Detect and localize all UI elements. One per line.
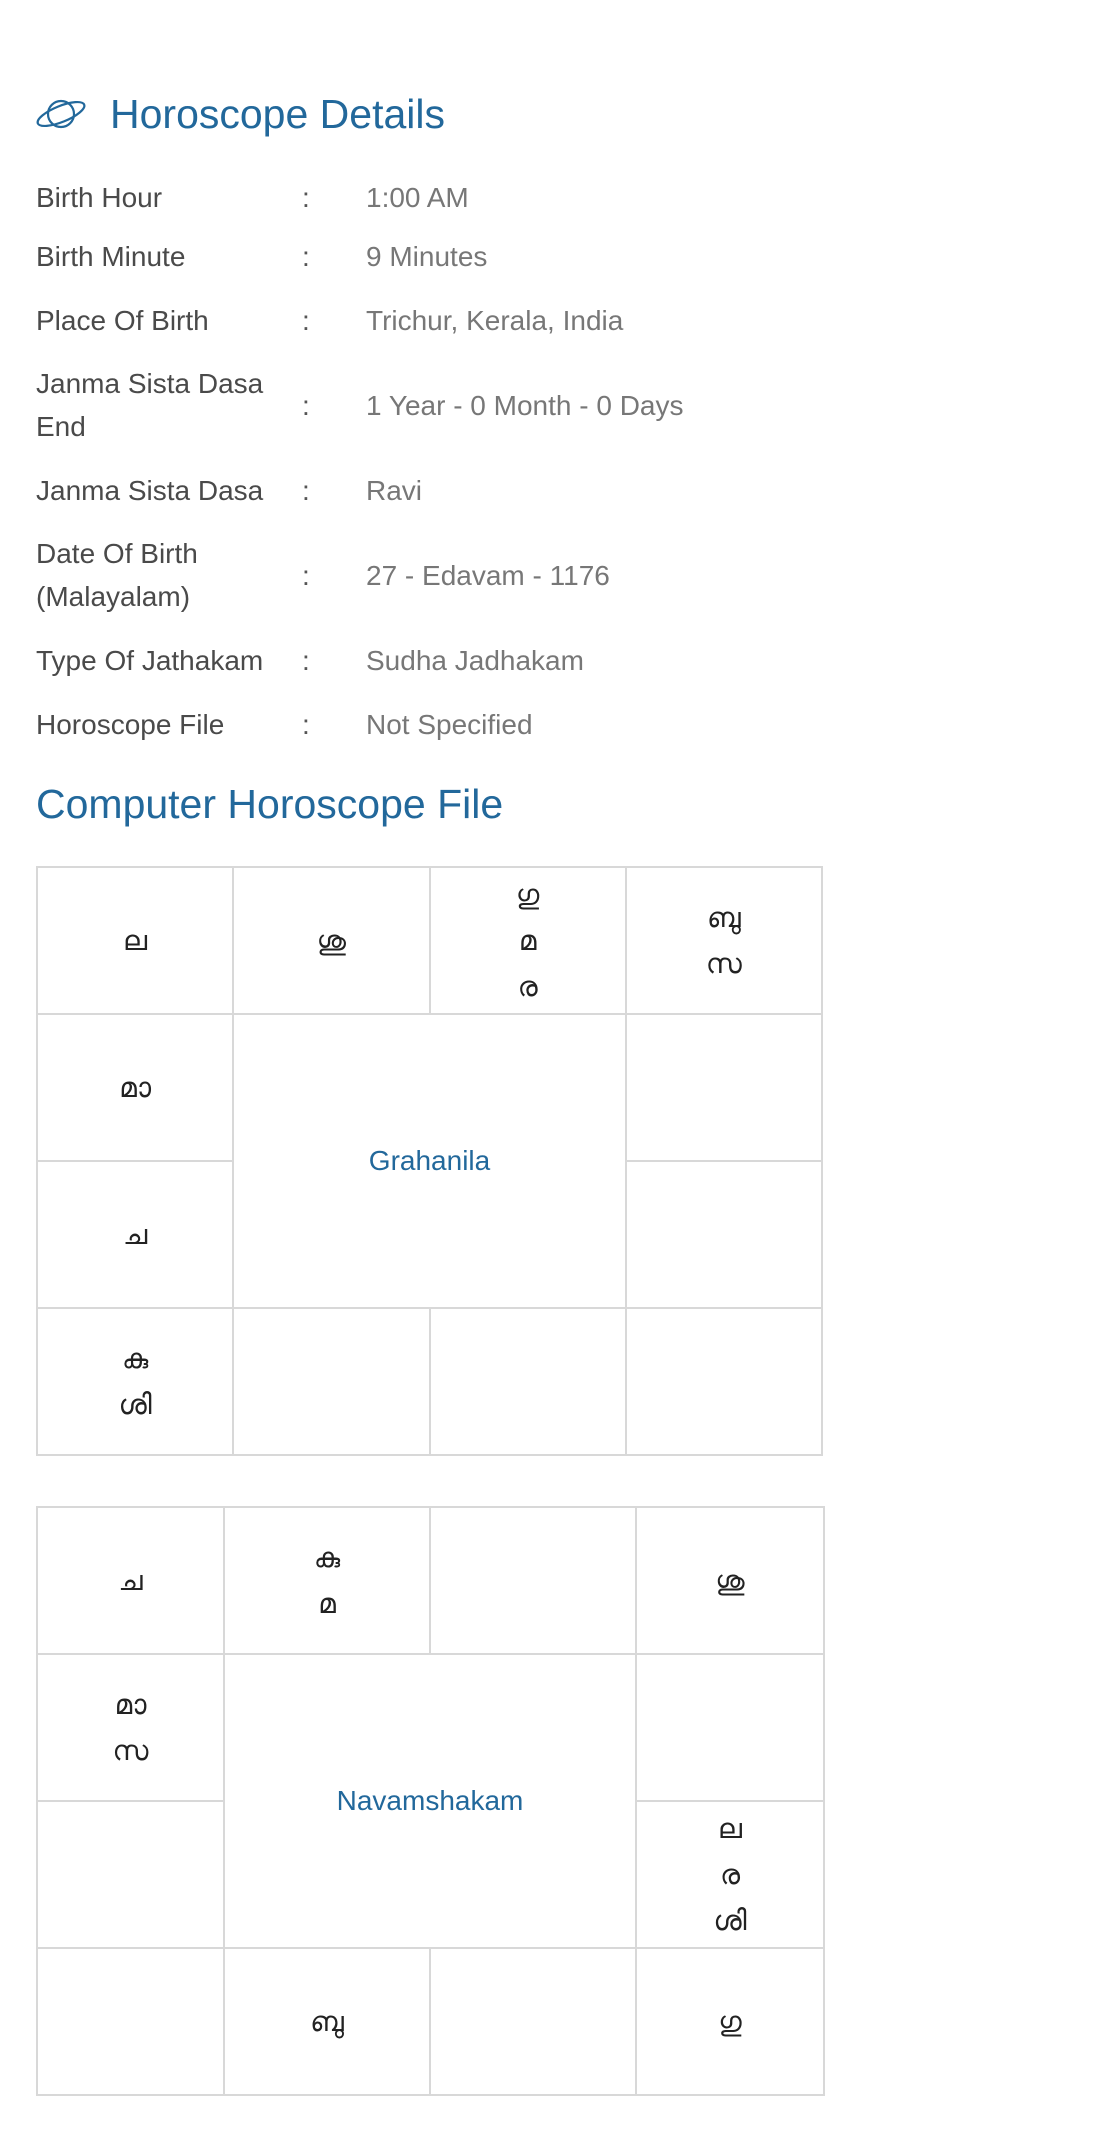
chart-cell xyxy=(624,1013,824,1162)
chart-cell: ശു xyxy=(635,1506,825,1655)
chart-cell: മാ xyxy=(35,1013,235,1162)
detail-label: Janma Sista Dasa End xyxy=(36,368,264,442)
chart-cell: ച xyxy=(36,1506,225,1655)
detail-label: Birth Minute xyxy=(36,240,186,272)
detail-value: Ravi xyxy=(366,474,423,506)
grahanila-chart: ല ശു ഗു മ ര ബു സ മാ Grahanila ച കു ശി xyxy=(35,866,824,1456)
chart-cell: ല xyxy=(35,866,235,1015)
chart-cell xyxy=(428,1307,627,1456)
detail-label: Horoscope File xyxy=(36,708,225,740)
planet-icon xyxy=(36,99,86,129)
detail-separator: : xyxy=(302,304,310,336)
detail-value: Sudha Jadhakam xyxy=(366,644,584,676)
detail-value: Not Specified xyxy=(366,708,533,740)
horoscope-details-list: Birth Hour : 1:00 AM Birth Minute : 9 Mi… xyxy=(36,170,876,756)
detail-separator: : xyxy=(302,389,310,421)
detail-separator: : xyxy=(302,181,310,213)
detail-row-horoscope-file: Horoscope File : Not Specified xyxy=(36,692,876,756)
detail-row-birth-minute: Birth Minute : 9 Minutes xyxy=(36,224,876,288)
chart-cell xyxy=(635,1653,825,1802)
detail-value: 9 Minutes xyxy=(366,240,488,272)
chart-cell xyxy=(36,1800,225,1949)
detail-value: 27 - Edavam - 1176 xyxy=(366,559,610,591)
chart-cell: ല ര ശി xyxy=(635,1800,825,1949)
chart-cell: ഗു xyxy=(635,1947,825,2096)
navamshakam-center-label: Navamshakam xyxy=(223,1653,637,1949)
detail-separator: : xyxy=(302,559,310,591)
detail-value: Trichur, Kerala, India xyxy=(366,304,624,336)
horoscope-details-header: Horoscope Details xyxy=(34,86,445,142)
detail-separator: : xyxy=(302,708,310,740)
detail-value: 1:00 AM xyxy=(366,181,469,213)
computer-horoscope-title: Computer Horoscope File xyxy=(36,781,504,827)
detail-row-janma-sista-dasa: Janma Sista Dasa : Ravi xyxy=(36,458,876,522)
detail-row-janma-sista-dasa-end: Janma Sista Dasa End : 1 Year - 0 Month … xyxy=(36,352,876,458)
chart-cell: ച xyxy=(35,1160,235,1309)
chart-cell: ബു xyxy=(223,1947,431,2096)
detail-value: 1 Year - 0 Month - 0 Days xyxy=(366,389,684,421)
chart-cell xyxy=(232,1307,431,1456)
chart-cell xyxy=(429,1506,637,1655)
detail-label: Birth Hour xyxy=(36,181,163,213)
chart-cell xyxy=(429,1947,637,2096)
chart-cell xyxy=(624,1307,824,1456)
navamshakam-chart: ച കു മ ശു മാ സ Navamshakam ല ര ശി ബു ഗു xyxy=(36,1506,825,2096)
detail-row-date-of-birth-malayalam: Date Of Birth (Malayalam) : 27 - Edavam … xyxy=(36,522,876,628)
chart-cell xyxy=(36,1947,225,2096)
detail-label: Date Of Birth (Malayalam) xyxy=(36,538,198,612)
chart-cell: കു ശി xyxy=(35,1307,235,1456)
detail-separator: : xyxy=(302,644,310,676)
detail-separator: : xyxy=(302,474,310,506)
detail-label: Janma Sista Dasa xyxy=(36,474,264,506)
detail-row-birth-hour: Birth Hour : 1:00 AM xyxy=(36,170,876,224)
chart-cell: ഗു മ ര xyxy=(428,866,627,1015)
section-title: Horoscope Details xyxy=(110,91,445,137)
detail-label: Place Of Birth xyxy=(36,304,209,336)
chart-cell: മാ സ xyxy=(36,1653,225,1802)
chart-cell: ശു xyxy=(232,866,431,1015)
detail-row-type-of-jathakam: Type Of Jathakam : Sudha Jadhakam xyxy=(36,628,876,692)
detail-row-place-of-birth: Place Of Birth : Trichur, Kerala, India xyxy=(36,288,876,352)
detail-label: Type Of Jathakam xyxy=(36,644,264,676)
chart-cell: ബു സ xyxy=(624,866,824,1015)
chart-cell xyxy=(624,1160,824,1309)
chart-cell: കു മ xyxy=(223,1506,431,1655)
detail-separator: : xyxy=(302,240,310,272)
grahanila-center-label: Grahanila xyxy=(232,1013,627,1309)
